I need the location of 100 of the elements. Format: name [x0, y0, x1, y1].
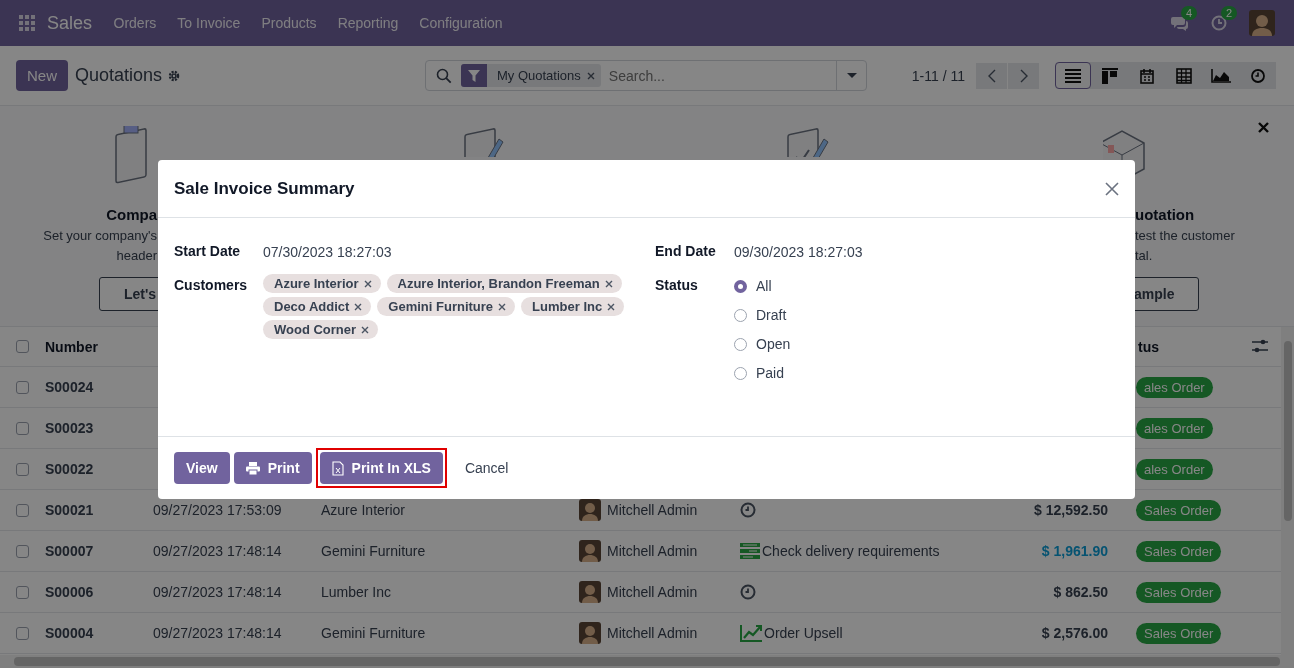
clock-icon[interactable] — [740, 502, 756, 518]
table-cell-text: S00007 — [45, 543, 95, 559]
table-cell-text: Lumber Inc — [321, 584, 393, 600]
remove-icon[interactable] — [604, 279, 613, 288]
pager-value[interactable]: 1-11 / 11 — [911, 67, 965, 84]
remove-icon[interactable] — [607, 302, 616, 311]
user-avatar[interactable] — [1249, 10, 1275, 36]
document-illustration — [463, 126, 506, 157]
card-text: tal. — [1135, 248, 1153, 263]
card-title: Compa — [106, 206, 157, 223]
close-icon[interactable] — [1105, 181, 1119, 196]
list-view-button[interactable] — [1055, 62, 1091, 89]
table-cell-text: S00023 — [45, 420, 95, 436]
customer-tag[interactable]: Lumber Inc — [521, 297, 625, 316]
list-icon[interactable] — [740, 543, 760, 559]
radio-label[interactable]: Draft — [756, 307, 787, 323]
menu-item[interactable]: Configuration — [408, 15, 514, 31]
print-button[interactable]: Print — [233, 452, 312, 484]
remove-icon[interactable] — [354, 302, 363, 311]
customer-tag[interactable]: Deco Addict — [263, 297, 372, 316]
caret-icon — [846, 72, 857, 79]
document-illustration — [786, 126, 829, 157]
page-title: Quotations — [75, 65, 163, 86]
menu-item[interactable]: Orders — [103, 15, 167, 31]
status-badge: ales Order — [1136, 417, 1213, 439]
new-button[interactable]: New — [16, 60, 68, 91]
row-checkbox[interactable] — [16, 503, 29, 517]
date-field[interactable]: 09/30/2023 18:27:03 — [734, 240, 863, 264]
chat-icon[interactable] — [1171, 15, 1189, 31]
kanban-icon — [1102, 67, 1118, 84]
table-cell-text: 09/27/2023 17:53:09 — [153, 502, 283, 518]
vertical-scrollbar[interactable] — [1281, 327, 1294, 655]
status-badge: Sales Order — [1136, 622, 1222, 644]
printer-icon — [245, 461, 260, 475]
menu-item[interactable]: Reporting — [327, 15, 409, 31]
table-cell-text: S00006 — [45, 584, 95, 600]
apps-menu-icon[interactable] — [19, 15, 35, 31]
area-chart-icon — [1211, 68, 1231, 83]
line-chart-icon[interactable] — [740, 624, 762, 642]
customer-tag[interactable]: Gemini Furniture — [377, 297, 516, 316]
radio-label[interactable]: Paid — [756, 365, 785, 381]
clock-icon — [1251, 68, 1265, 83]
radio-label[interactable]: All — [756, 278, 772, 294]
row-checkbox[interactable] — [16, 380, 29, 394]
table-cell-text: S00024 — [45, 379, 95, 395]
menu-item[interactable]: To Invoice — [166, 15, 251, 31]
count-badge: 4 — [1181, 6, 1198, 20]
table-cell-text: Gemini Furniture — [321, 625, 427, 641]
status-badge: Sales Order — [1136, 581, 1222, 603]
list-icon — [1065, 68, 1081, 83]
filter-icon — [468, 69, 480, 82]
close-icon[interactable] — [1258, 122, 1269, 133]
print-xls-button[interactable]: Print In XLS — [319, 452, 443, 484]
remove-icon[interactable] — [361, 325, 370, 334]
avatar — [579, 540, 601, 562]
customer-tag[interactable]: Azure Interior, Brandon Freeman — [386, 274, 622, 293]
search-field[interactable]: Search... — [600, 67, 836, 84]
customer-tag[interactable]: Wood Corner — [263, 320, 379, 339]
column-options-icon[interactable] — [1252, 338, 1268, 355]
radio-button[interactable] — [734, 337, 747, 351]
table-cell: Mitchell Admin — [607, 625, 698, 641]
row-checkbox[interactable] — [16, 462, 29, 476]
app-name[interactable]: Sales — [47, 12, 93, 34]
settings-icon[interactable] — [168, 69, 181, 82]
radio-button[interactable] — [734, 308, 747, 322]
table-icon — [1176, 67, 1192, 84]
field-label: Status — [655, 276, 699, 295]
view-button[interactable]: View — [174, 452, 230, 484]
row-checkbox[interactable] — [16, 421, 29, 435]
radio-button[interactable] — [734, 366, 747, 380]
previous-button[interactable] — [976, 62, 1007, 89]
card-text: Set your company's — [43, 228, 157, 243]
field-label: Start Date — [174, 242, 242, 261]
filter-facet[interactable]: My Quotations — [461, 64, 601, 87]
select-all-checkbox[interactable] — [16, 340, 29, 353]
radio-label[interactable]: Open — [756, 336, 791, 352]
remove-icon[interactable] — [363, 279, 372, 288]
table-cell: Order Upsell — [764, 625, 843, 641]
table-cell-text: Gemini Furniture — [321, 543, 427, 559]
horizontal-scrollbar[interactable] — [0, 655, 1294, 668]
table-cell-text: 09/27/2023 17:48:14 — [153, 625, 283, 641]
column-header[interactable]: Number — [45, 338, 153, 355]
table-cell-text: $ 1,961.90 — [1041, 543, 1109, 559]
menu-item[interactable]: Products — [250, 15, 328, 31]
table-cell: Mitchell Admin — [607, 502, 698, 518]
date-field[interactable]: 07/30/2023 18:27:03 — [263, 240, 392, 264]
row-checkbox[interactable] — [16, 585, 29, 599]
row-checkbox[interactable] — [16, 544, 29, 558]
clock-icon[interactable] — [740, 584, 756, 600]
next-button[interactable] — [1008, 62, 1039, 89]
column-header[interactable]: tus — [1138, 338, 1159, 355]
search-bar[interactable]: My Quotations Search... — [425, 60, 867, 91]
customer-tag[interactable]: Azure Interior — [263, 274, 381, 293]
row-checkbox[interactable] — [16, 626, 29, 640]
remove-icon[interactable] — [498, 302, 507, 311]
facet-label: My Quotations — [496, 68, 582, 83]
card-title: uotation — [1135, 206, 1195, 223]
cancel-button[interactable]: Cancel — [452, 452, 521, 484]
radio-button[interactable] — [734, 279, 747, 293]
table-cell-text: 09/27/2023 17:48:14 — [153, 584, 283, 600]
